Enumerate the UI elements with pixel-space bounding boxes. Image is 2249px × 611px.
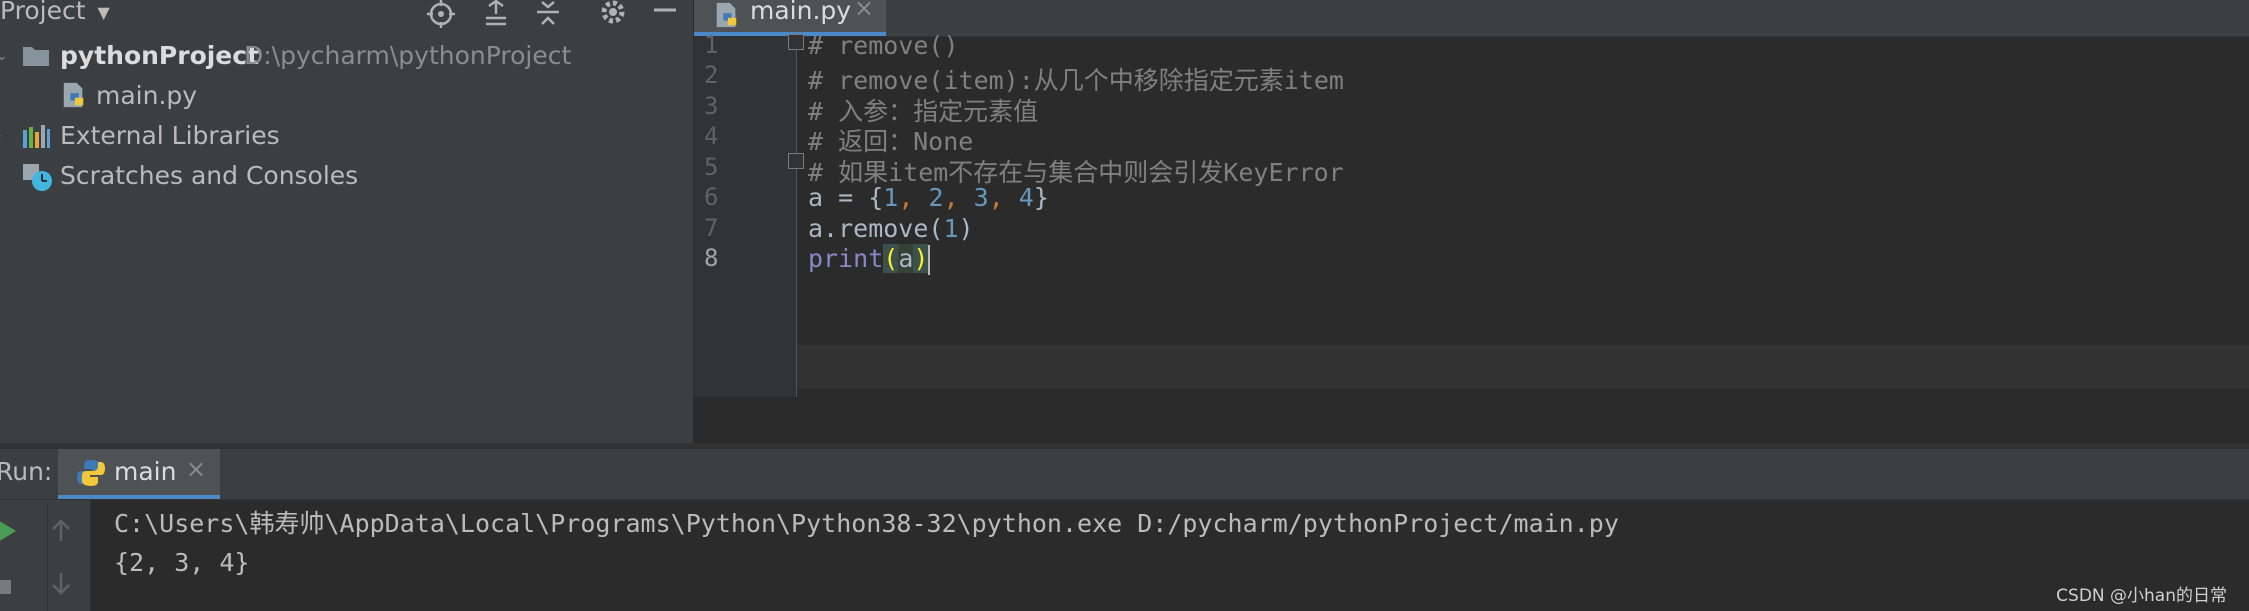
line-number: 7: [704, 214, 719, 242]
line-number-gutter: 1 2 3 4 5 6 7 8: [694, 31, 797, 397]
code-token: a = {: [808, 183, 884, 212]
console-line: C:\Users\韩寿帅\AppData\Local\Programs\Pyth…: [114, 509, 1619, 538]
code-number: 3: [973, 183, 989, 212]
run-tab-label: main: [114, 457, 177, 486]
expand-all-icon[interactable]: [481, 0, 511, 30]
python-icon: [77, 460, 105, 486]
tree-item-label: Scratches and Consoles: [60, 161, 359, 190]
line-number: 4: [704, 122, 719, 150]
chevron-down-icon: ▼: [97, 2, 110, 22]
line-number-current: 8: [704, 244, 719, 272]
project-tree: ⌄ pythonProject D:\pycharm\pythonProject…: [0, 36, 693, 443]
code-number: 1: [943, 214, 959, 243]
code-comma: ,: [988, 183, 1019, 212]
python-file-icon: [63, 82, 84, 108]
run-panel-header: Run: main ×: [0, 449, 2249, 500]
python-file-icon: [716, 2, 737, 28]
chevron-right-icon: ›: [0, 116, 2, 156]
code-token: a.remove(: [808, 214, 944, 243]
locate-target-icon[interactable]: [426, 0, 456, 30]
line-number: 3: [704, 92, 719, 120]
line-number: 1: [704, 31, 719, 59]
run-toolbar: [0, 500, 91, 611]
run-tab-main[interactable]: main ×: [58, 449, 220, 499]
fold-marker-icon[interactable]: [788, 153, 804, 169]
current-line-highlight: [796, 345, 2249, 389]
rerun-play-icon[interactable]: [0, 518, 18, 544]
line-number: 6: [704, 183, 719, 211]
code-builtin: print: [808, 244, 884, 273]
arrow-up-icon[interactable]: [48, 518, 74, 544]
code-token: a: [898, 244, 914, 273]
collapse-all-icon[interactable]: [533, 0, 563, 30]
gear-icon[interactable]: [598, 0, 628, 30]
code-number: 1: [883, 183, 899, 212]
tree-item-label: main.py: [96, 81, 198, 110]
arrow-down-icon[interactable]: [48, 570, 74, 596]
run-label: Run:: [0, 457, 53, 486]
tab-label: main.py: [750, 0, 852, 25]
watermark: CSDN @小han的日常: [2056, 586, 2227, 606]
fold-marker-icon[interactable]: [788, 34, 804, 50]
code-line-current: print(a): [808, 244, 931, 275]
tree-item-label: External Libraries: [60, 121, 280, 150]
code-token: }: [1033, 183, 1049, 212]
code-number: 4: [1018, 183, 1034, 212]
project-panel-header: Project ▼: [0, 0, 693, 37]
code-line: a = {1, 2, 3, 4}: [808, 183, 1049, 212]
code-paren: ): [913, 244, 929, 273]
console-line: {2, 3, 4}: [114, 548, 250, 577]
code-line: # remove(): [808, 31, 959, 60]
library-icon: [23, 125, 50, 148]
line-number: 5: [704, 153, 719, 181]
hide-panel-icon[interactable]: [650, 0, 680, 30]
code-line: a.remove(1): [808, 214, 974, 243]
code-token: ): [958, 214, 974, 243]
code-paren: (: [883, 244, 899, 273]
code-comma: ,: [898, 183, 929, 212]
run-console[interactable]: C:\Users\韩寿帅\AppData\Local\Programs\Pyth…: [91, 500, 2249, 611]
code-number: 2: [928, 183, 944, 212]
close-icon[interactable]: ×: [854, 0, 874, 22]
line-number: 2: [704, 61, 719, 89]
project-name: pythonProject: [60, 41, 260, 70]
project-view-selector[interactable]: Project ▼: [0, 0, 110, 25]
folder-icon: [23, 47, 49, 66]
stop-icon[interactable]: [0, 578, 14, 598]
scratches-icon: [23, 164, 52, 191]
code-editor[interactable]: 1 2 3 4 5 6 7 8 # remove() # remove(item…: [694, 31, 2249, 443]
chevron-down-icon: ⌄: [0, 48, 8, 64]
project-title: Project: [0, 0, 86, 25]
text-caret: [928, 245, 931, 275]
close-icon[interactable]: ×: [186, 455, 206, 483]
code-comma: ,: [943, 183, 974, 212]
project-path: D:\pycharm\pythonProject: [244, 41, 572, 70]
